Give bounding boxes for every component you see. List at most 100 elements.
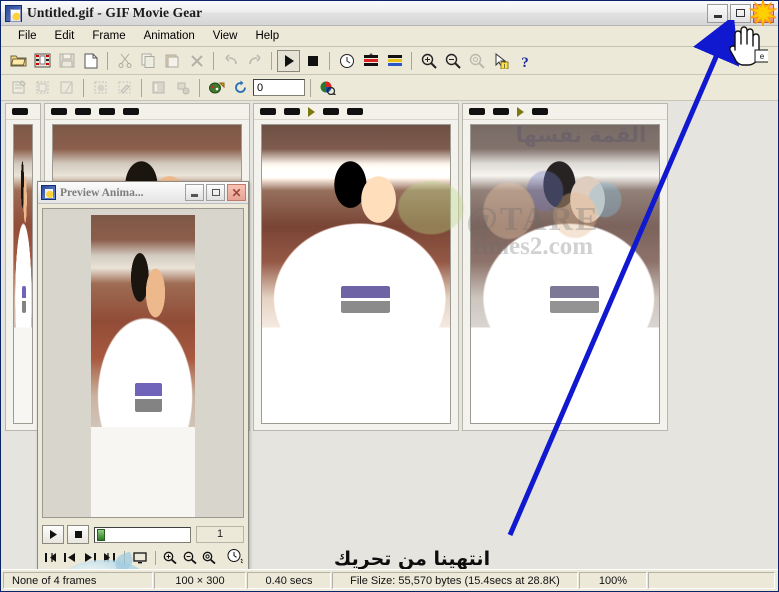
stamp-icon[interactable] [171,77,194,99]
copy-icon[interactable] [137,50,160,72]
status-zoom: 100% [579,572,647,589]
save-icon[interactable] [55,50,78,72]
preview-fullscreen-button[interactable] [131,548,149,567]
menu-frame[interactable]: Frame [83,28,134,44]
preview-frame-slider[interactable] [94,526,191,543]
status-dimensions: 100 × 300 [154,572,246,589]
global-palette-icon[interactable] [316,77,339,99]
zoom-out-icon[interactable] [441,50,464,72]
status-duration: 0.40 secs [247,572,331,589]
sprocket-hole [323,108,339,115]
toolbar-separator [271,51,272,70]
sprocket-hole [12,108,28,115]
preview-navigation-row [42,548,244,567]
preview-first-frame-button[interactable] [42,548,60,567]
menu-file[interactable]: File [9,28,46,44]
slider-thumb[interactable] [97,528,105,541]
window-controls: ✕ [707,3,776,23]
cut-icon[interactable] [113,50,136,72]
play-animation-icon[interactable] [277,49,300,72]
resize-icon[interactable] [55,77,78,99]
menu-view[interactable]: View [204,28,247,44]
transparency-icon[interactable] [205,77,228,99]
toolbar-separator [411,51,412,70]
preview-play-button[interactable] [42,525,64,544]
sprocket-row [45,104,249,120]
zoom-in-icon[interactable] [417,50,440,72]
optimize-icon[interactable] [359,50,382,72]
preview-zoom-in-button[interactable] [161,548,179,567]
preview-zoom-fit-button[interactable] [201,548,219,567]
sprocket-hole [493,108,509,115]
frame-image [262,125,450,423]
preview-next-frame-button[interactable] [81,548,99,567]
status-frames: None of 4 frames [3,572,153,589]
preview-canvas [42,208,244,518]
menu-help[interactable]: Help [246,28,288,44]
client-area: القمة نفسها @TARE times2.com Preview Ani… [1,101,778,569]
close-button[interactable]: ✕ [753,3,774,23]
insert-frames-icon[interactable] [31,50,54,72]
sprocket-hole [284,108,300,115]
toolbar-separator [310,78,311,97]
preview-stop-button[interactable] [67,525,89,544]
select-icon[interactable] [89,77,112,99]
menu-edit[interactable]: Edit [46,28,84,44]
delete-icon[interactable] [185,50,208,72]
preview-animation-window[interactable]: Preview Anima... ✕ 1 [37,181,249,569]
status-bar: None of 4 frames 100 × 300 0.40 secs Fil… [1,569,778,591]
toolbar-separator [107,51,108,70]
frame-marker-icon [308,106,315,117]
close-icon: ✕ [231,185,242,200]
zoom-fit-icon[interactable] [465,50,488,72]
preview-previous-frame-button[interactable] [62,548,80,567]
sprocket-hole [260,108,276,115]
maximize-button[interactable] [730,3,751,23]
help-icon[interactable]: ? [513,50,536,72]
crop-icon[interactable] [31,77,54,99]
frame-properties-icon[interactable] [7,77,30,99]
menu-animation[interactable]: Animation [135,28,204,44]
preview-last-frame-button[interactable] [101,548,119,567]
preview-minimize-button[interactable] [185,184,204,201]
secondary-toolbar [1,75,778,101]
frame-thumb-0[interactable] [5,103,41,431]
frame-image-container [13,124,33,424]
info-cursor-icon[interactable]: i [489,50,512,72]
menu-bar: File Edit Frame Animation View Help [1,26,778,47]
redo-icon[interactable] [243,50,266,72]
open-icon[interactable] [7,50,30,72]
controls-separator [124,550,126,565]
toolbar-separator [141,78,142,97]
frame-thumb-3[interactable] [462,103,668,431]
undo-icon[interactable] [219,50,242,72]
new-icon[interactable] [79,50,102,72]
frame-thumb-2[interactable] [253,103,459,431]
toolbar-separator [83,78,84,97]
frame-marker-icon [517,106,524,117]
preview-maximize-button[interactable] [206,184,225,201]
preview-zoom-out-button[interactable] [181,548,199,567]
preview-timing-icon[interactable] [226,548,244,567]
annotation-line-1: انتهينا من تحريك [333,548,491,569]
controls-separator [154,550,156,565]
sprocket-hole [75,108,91,115]
application-window: Untitled.gif - GIF Movie Gear ✕ File Edi… [0,0,779,592]
paste-icon[interactable] [161,50,184,72]
frame-image-container [470,124,660,424]
gif-movie-gear-icon [5,4,22,22]
rotate-icon[interactable] [229,77,252,99]
preview-window-controls: ✕ [185,184,246,201]
fill-icon[interactable] [113,77,136,99]
minimize-button[interactable] [707,3,728,23]
stop-animation-icon[interactable] [301,50,324,72]
color-table-icon[interactable] [383,50,406,72]
primary-toolbar: i ? [1,47,778,75]
sprocket-hole [123,108,139,115]
sprocket-hole [532,108,548,115]
sprocket-hole [51,108,67,115]
align-left-icon[interactable] [147,77,170,99]
preview-close-button[interactable]: ✕ [227,184,246,201]
timing-icon[interactable] [335,50,358,72]
transparency-index-input[interactable] [253,79,305,96]
